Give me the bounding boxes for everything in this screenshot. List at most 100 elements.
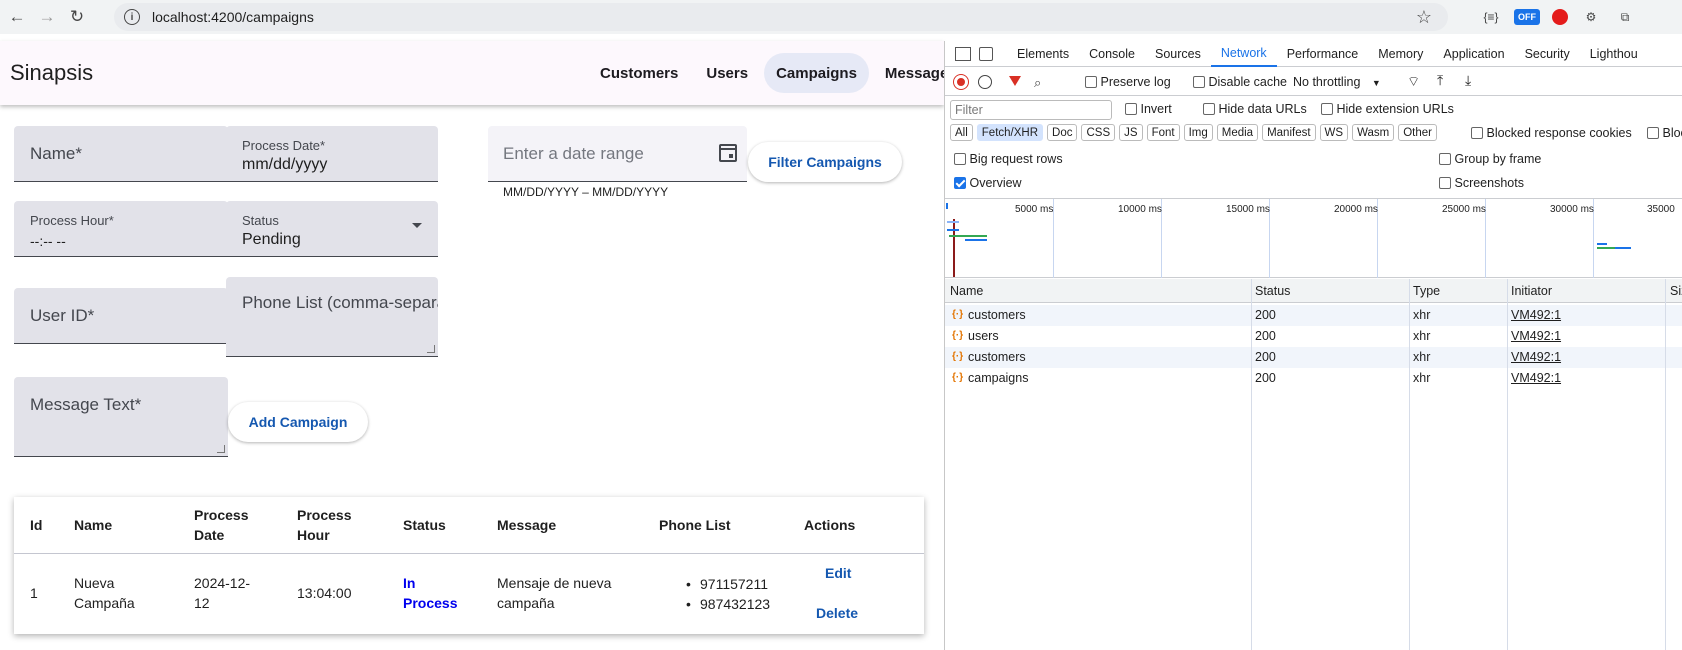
process-hour-label: Process Hour* xyxy=(30,213,114,228)
calendar-icon[interactable] xyxy=(719,144,737,162)
group-by-frame-checkbox[interactable]: Group by frame xyxy=(1439,152,1541,166)
chip-doc[interactable]: Doc xyxy=(1047,124,1078,141)
chip-font[interactable]: Font xyxy=(1146,124,1180,141)
network-request-row[interactable]: {·} customers 200 xhr VM492:1 xyxy=(945,305,1682,326)
resize-handle-icon[interactable] xyxy=(427,345,435,353)
tab-performance[interactable]: Performance xyxy=(1277,41,1369,67)
chip-fetch-xhr[interactable]: Fetch/XHR xyxy=(976,124,1044,141)
tab-memory[interactable]: Memory xyxy=(1368,41,1433,67)
hide-extension-urls-checkbox[interactable]: Hide extension URLs xyxy=(1321,102,1454,116)
col-header-name[interactable]: Name xyxy=(950,284,983,298)
nav-campaigns[interactable]: Campaigns xyxy=(764,53,869,93)
chip-img[interactable]: Img xyxy=(1183,124,1213,141)
chip-other[interactable]: Other xyxy=(1398,124,1437,141)
filter-funnel-icon[interactable] xyxy=(1009,76,1021,86)
resize-handle-icon[interactable] xyxy=(217,445,225,453)
network-overview-timeline[interactable]: 5000 ms 10000 ms 15000 ms 20000 ms 25000… xyxy=(945,198,1682,278)
download-icon[interactable]: ⤓ xyxy=(1465,72,1471,89)
puzzle-extensions-icon[interactable]: ⧉ xyxy=(1614,6,1636,28)
upload-icon[interactable]: ⤒ xyxy=(1437,72,1443,89)
site-info-icon[interactable]: i xyxy=(124,9,140,25)
disable-cache-checkbox[interactable]: Disable cache xyxy=(1193,75,1287,89)
overview-checkbox[interactable]: Overview xyxy=(954,176,1022,190)
nav-users[interactable]: Users xyxy=(694,53,760,93)
robot-extension-icon[interactable]: ⚙ xyxy=(1580,6,1602,28)
campaigns-table: Id Name Process Date Process Hour Status… xyxy=(14,497,924,634)
forward-icon[interactable]: → xyxy=(34,4,60,30)
user-id-placeholder: User ID* xyxy=(30,306,95,325)
phone-list-field[interactable]: Phone List (comma-separa xyxy=(226,277,438,357)
back-icon[interactable]: ← xyxy=(4,4,30,30)
add-campaign-button[interactable]: Add Campaign xyxy=(228,402,368,442)
col-header-type[interactable]: Type xyxy=(1413,284,1440,298)
chip-js[interactable]: JS xyxy=(1119,124,1143,141)
col-header-actions: Actions xyxy=(804,517,856,533)
request-status: 200 xyxy=(1255,350,1276,364)
preserve-log-checkbox[interactable]: Preserve log xyxy=(1085,75,1171,89)
filter-campaigns-button[interactable]: Filter Campaigns xyxy=(748,142,902,182)
hide-data-urls-checkbox[interactable]: Hide data URLs xyxy=(1203,102,1307,116)
process-date-field[interactable]: Process Date* mm/dd/yyyy xyxy=(226,126,438,182)
chip-media[interactable]: Media xyxy=(1216,124,1259,141)
tab-console[interactable]: Console xyxy=(1079,41,1145,67)
col-header-status[interactable]: Status xyxy=(1255,284,1290,298)
request-initiator-link[interactable]: VM492:1 xyxy=(1511,308,1561,322)
big-request-rows-checkbox[interactable]: Big request rows xyxy=(954,152,1063,166)
throttling-select[interactable]: No throttling ▼ xyxy=(1293,75,1381,89)
reload-icon[interactable]: ↻ xyxy=(64,4,90,30)
blocked-response-cookies-checkbox[interactable]: Blocked response cookies xyxy=(1471,126,1632,140)
xhr-icon: {·} xyxy=(952,309,964,320)
status-select[interactable]: Status Pending xyxy=(226,201,438,257)
tab-application[interactable]: Application xyxy=(1433,41,1514,67)
chip-manifest[interactable]: Manifest xyxy=(1262,124,1316,141)
network-conditions-icon[interactable]: ⌔ xyxy=(1407,73,1420,91)
message-text-field[interactable]: Message Text* xyxy=(14,377,228,457)
network-filter-input[interactable]: Filter xyxy=(950,100,1112,120)
tab-security[interactable]: Security xyxy=(1515,41,1580,67)
user-id-field[interactable]: User ID* xyxy=(14,288,228,344)
col-header-size[interactable]: Siz xyxy=(1670,284,1682,298)
inspect-element-icon[interactable] xyxy=(955,46,971,61)
date-range-field[interactable]: Enter a date range xyxy=(488,126,747,182)
tab-sources[interactable]: Sources xyxy=(1145,41,1211,67)
network-request-row[interactable]: {·} customers 200 xhr VM492:1 xyxy=(945,347,1682,368)
off-extension-icon[interactable]: OFF xyxy=(1514,9,1540,25)
chip-ws[interactable]: WS xyxy=(1319,124,1349,141)
edit-button[interactable]: Edit xyxy=(825,563,851,583)
record-icon[interactable] xyxy=(954,75,968,89)
request-name: users xyxy=(968,329,999,343)
delete-button[interactable]: Delete xyxy=(816,603,858,623)
nav-customers[interactable]: Customers xyxy=(588,53,690,93)
opera-extension-icon[interactable] xyxy=(1552,9,1568,25)
clear-icon[interactable] xyxy=(978,75,992,89)
col-header-initiator[interactable]: Initiator xyxy=(1511,284,1552,298)
network-request-row[interactable]: {·} campaigns 200 xhr VM492:1 xyxy=(945,368,1682,389)
tab-network[interactable]: Network xyxy=(1210,41,1277,67)
chip-css[interactable]: CSS xyxy=(1081,124,1116,141)
chip-wasm[interactable]: Wasm xyxy=(1352,124,1395,141)
network-request-row[interactable]: {·} users 200 xhr VM492:1 xyxy=(945,326,1682,347)
invert-checkbox[interactable]: Invert xyxy=(1125,102,1172,116)
url-text[interactable]: localhost:4200/campaigns xyxy=(152,9,314,25)
request-name: customers xyxy=(968,308,1026,322)
address-bar[interactable]: i localhost:4200/campaigns ☆ xyxy=(114,3,1448,31)
bookmark-star-icon[interactable]: ☆ xyxy=(1416,7,1432,28)
request-initiator-link[interactable]: VM492:1 xyxy=(1511,371,1561,385)
status-value: Pending xyxy=(242,231,301,248)
xhr-icon: {·} xyxy=(952,351,964,362)
request-initiator-link[interactable]: VM492:1 xyxy=(1511,350,1561,364)
tab-lighthouse[interactable]: Lighthou xyxy=(1580,41,1648,67)
cell-process-hour: 13:04:00 xyxy=(297,585,352,601)
request-initiator-link[interactable]: VM492:1 xyxy=(1511,329,1561,343)
device-toolbar-icon[interactable] xyxy=(979,46,993,61)
tab-elements[interactable]: Elements xyxy=(1007,41,1079,67)
json-extension-icon[interactable]: {≡} xyxy=(1480,6,1502,28)
screenshots-checkbox[interactable]: Screenshots xyxy=(1439,176,1524,190)
blocked-requests-checkbox[interactable]: Bloc xyxy=(1647,126,1682,140)
search-icon[interactable]: ⌕ xyxy=(1034,75,1041,91)
request-status: 200 xyxy=(1255,329,1276,343)
name-field[interactable]: Name* xyxy=(14,126,228,182)
process-date-label: Process Date* xyxy=(242,138,326,153)
chip-all[interactable]: All xyxy=(950,124,973,141)
process-hour-field[interactable]: Process Hour* --:-- -- xyxy=(14,201,228,257)
